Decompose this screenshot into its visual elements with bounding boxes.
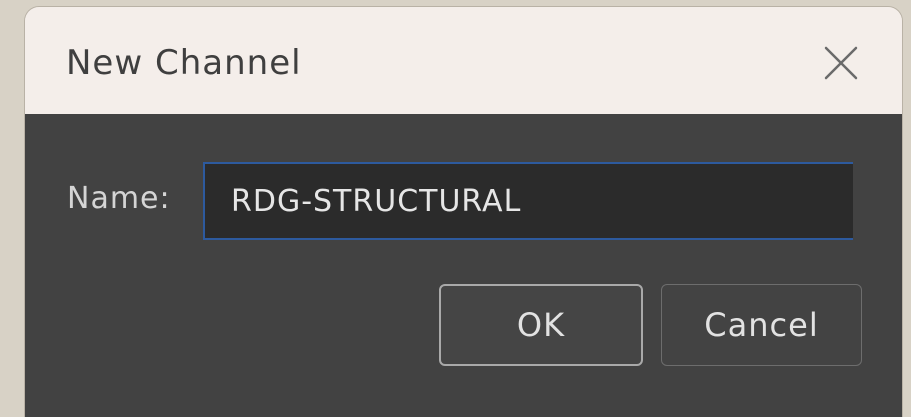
- dialog-titlebar: New Channel: [25, 7, 902, 114]
- new-channel-dialog: New Channel Name: OK Cancel: [25, 7, 902, 417]
- name-label: Name:: [67, 181, 171, 216]
- channel-name-input[interactable]: [203, 162, 853, 240]
- dialog-title: New Channel: [66, 43, 302, 83]
- dialog-body: Name: OK Cancel: [25, 114, 902, 417]
- close-icon[interactable]: [821, 43, 861, 83]
- ok-button[interactable]: OK: [439, 284, 643, 366]
- cancel-button[interactable]: Cancel: [661, 284, 862, 366]
